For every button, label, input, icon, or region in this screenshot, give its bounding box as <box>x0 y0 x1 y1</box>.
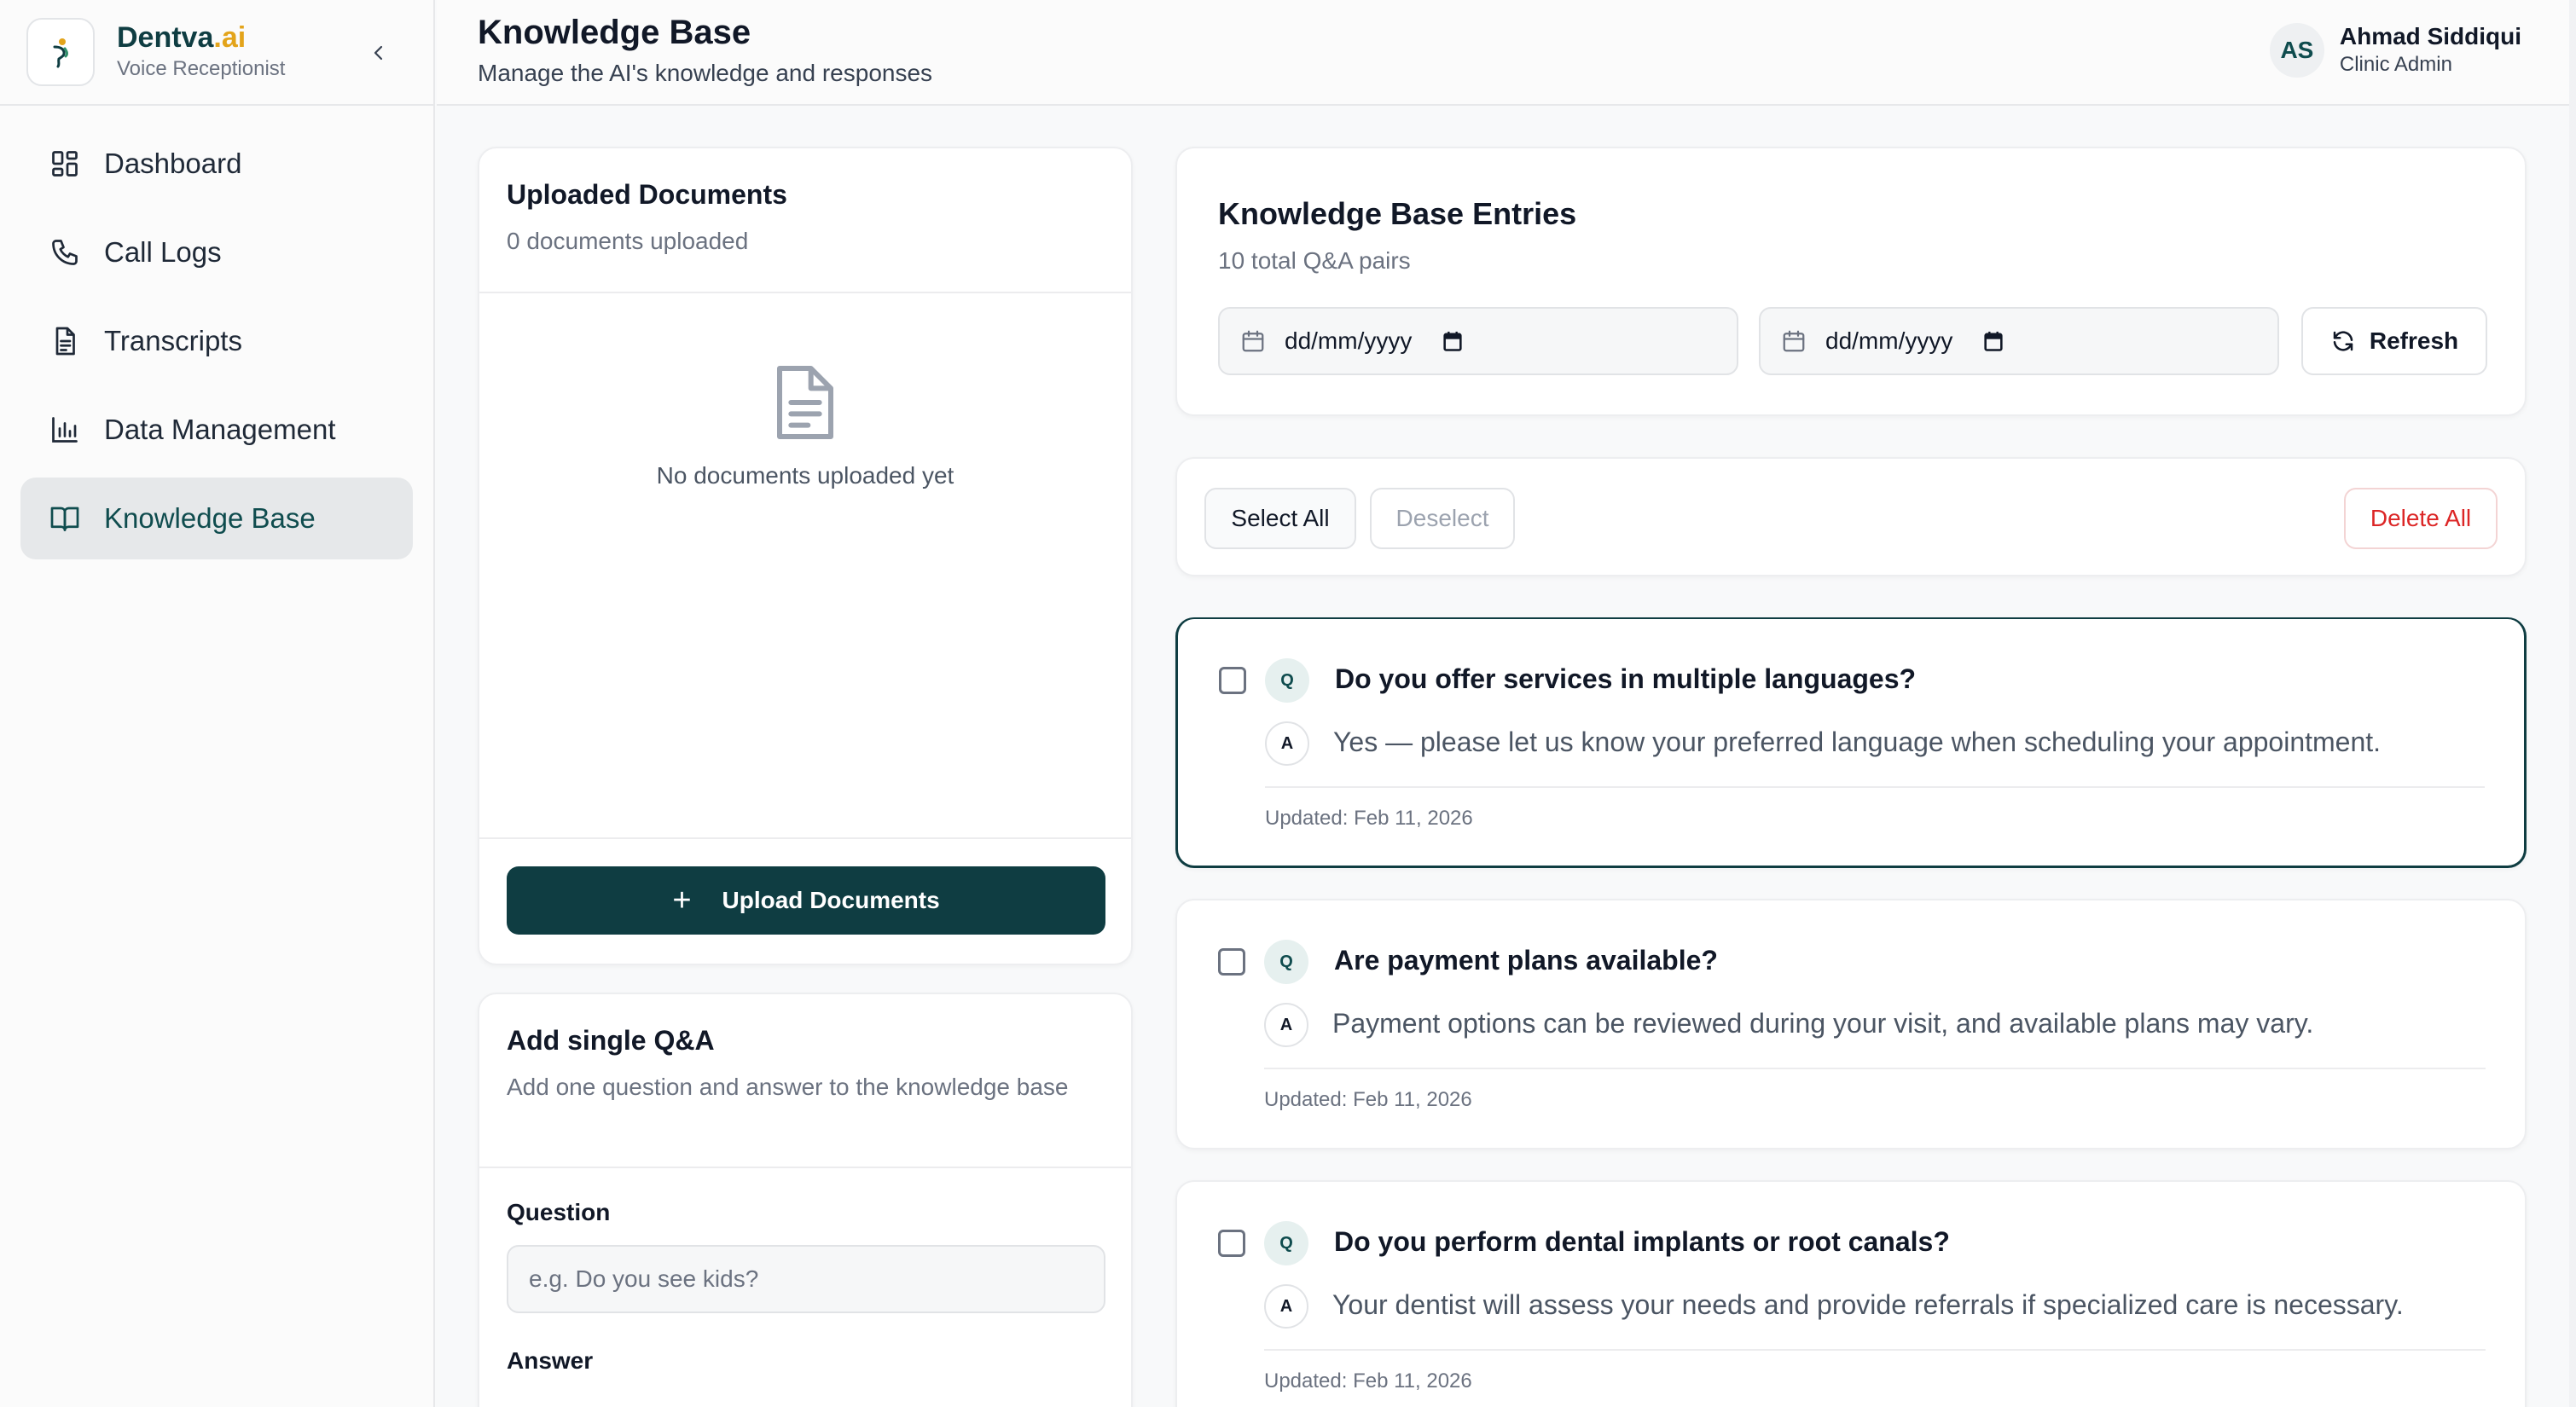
entry-updated: Updated: Feb 11, 2026 <box>1265 807 1473 830</box>
uploaded-documents-card: Uploaded Documents 0 documents uploaded … <box>478 147 1133 965</box>
entry-divider <box>1265 786 2485 788</box>
collapse-sidebar-button[interactable] <box>362 36 396 70</box>
date-to-value: dd/mm/yyyy <box>1825 327 1953 354</box>
book-icon <box>48 501 82 536</box>
dashboard-icon <box>48 147 82 181</box>
sidebar-item-label: Knowledge Base <box>104 502 316 534</box>
question-label: Question <box>507 1199 611 1225</box>
entry-answer: Payment options can be reviewed during y… <box>1332 1008 2314 1039</box>
sidebar-item-label: Transcripts <box>104 325 242 356</box>
single-qa-subtitle: Add one question and answer to the knowl… <box>507 1074 1069 1100</box>
entries-count: 10 total Q&A pairs <box>1218 247 1411 274</box>
entry-divider <box>1264 1068 2486 1069</box>
qa-entry[interactable]: Q Do you perform dental implants or root… <box>1175 1180 2527 1407</box>
brand-header: Dentva.ai Voice Receptionist <box>0 0 433 106</box>
qa-entry[interactable]: Q Do you offer services in multiple lang… <box>1175 617 2527 868</box>
tooth-logo-icon <box>53 38 69 68</box>
entry-answer: Your dentist will assess your needs and … <box>1332 1289 2404 1320</box>
knowledge-base-entries-card: Knowledge Base Entries 10 total Q&A pair… <box>1175 147 2527 416</box>
document-icon <box>48 324 82 358</box>
answer-badge: A <box>1264 1003 1308 1047</box>
page-scrollbar[interactable] <box>2569 0 2576 1407</box>
question-input[interactable]: e.g. Do you see kids? <box>507 1245 1105 1313</box>
entry-question: Do you perform dental implants or root c… <box>1334 1226 1950 1257</box>
entry-question: Are payment plans available? <box>1334 945 1718 976</box>
page-subtitle: Manage the AI's knowledge and responses <box>478 60 933 86</box>
refresh-button[interactable]: Refresh <box>2301 307 2487 375</box>
single-qa-title: Add single Q&A <box>507 1025 715 1056</box>
calendar-icon <box>1783 330 1805 352</box>
entry-checkbox[interactable] <box>1218 1230 1245 1257</box>
brand-name: Dentva.ai <box>117 21 247 54</box>
bulk-actions-bar: Select All Deselect Delete All <box>1175 457 2527 576</box>
refresh-icon <box>2333 331 2353 351</box>
date-picker-icon[interactable] <box>1441 329 1465 353</box>
answer-badge: A <box>1264 1284 1308 1329</box>
deselect-button[interactable]: Deselect <box>1370 488 1515 549</box>
documents-title: Uploaded Documents <box>507 179 787 210</box>
user-name: Ahmad Siddiqui <box>2339 23 2521 49</box>
question-badge: Q <box>1265 658 1309 703</box>
page-title: Knowledge Base <box>478 14 751 51</box>
upload-documents-label: Upload Documents <box>722 887 940 913</box>
entry-divider <box>1264 1349 2486 1351</box>
sidebar-item-knowledge-base[interactable]: Knowledge Base <box>20 478 413 559</box>
date-from-value: dd/mm/yyyy <box>1285 327 1413 354</box>
sidebar: Dentva.ai Voice Receptionist Dashboard C… <box>0 0 435 1407</box>
entry-checkbox[interactable] <box>1218 948 1245 976</box>
sidebar-item-label: Data Management <box>104 414 336 445</box>
entry-checkbox[interactable] <box>1219 667 1246 694</box>
add-single-qa-card: Add single Q&A Add one question and answ… <box>478 993 1133 1407</box>
sidebar-item-label: Dashboard <box>104 148 242 179</box>
sidebar-item-data-management[interactable]: Data Management <box>20 389 413 471</box>
page-header: Knowledge Base Manage the AI's knowledge… <box>437 0 2576 106</box>
entry-updated: Updated: Feb 11, 2026 <box>1264 1369 1472 1393</box>
app-window: Dentva.ai Voice Receptionist Dashboard C… <box>0 0 2576 1407</box>
date-to-input[interactable]: dd/mm/yyyy <box>1759 307 2279 375</box>
entry-question: Do you offer services in multiple langua… <box>1335 663 1917 694</box>
avatar: AS <box>2269 23 2324 78</box>
date-from-input[interactable]: dd/mm/yyyy <box>1218 307 1738 375</box>
answer-badge: A <box>1265 721 1309 766</box>
plus-icon: + <box>672 883 692 918</box>
documents-empty-state: No documents uploaded yet <box>479 293 1131 839</box>
documents-footer: + Upload Documents <box>479 837 1131 964</box>
question-placeholder: e.g. Do you see kids? <box>529 1265 759 1292</box>
sidebar-item-label: Call Logs <box>104 236 222 268</box>
entry-answer: Yes — please let us know your preferred … <box>1333 727 2382 757</box>
phone-icon <box>48 235 82 269</box>
calendar-icon <box>1242 330 1264 352</box>
entries-title: Knowledge Base Entries <box>1218 196 1577 231</box>
brand-subtitle: Voice Receptionist <box>117 57 286 80</box>
documents-count: 0 documents uploaded <box>507 228 749 254</box>
date-picker-icon[interactable] <box>1981 329 2005 353</box>
user-menu[interactable]: AS Ahmad Siddiqui Clinic Admin <box>2269 22 2521 78</box>
bar-chart-icon <box>48 413 82 447</box>
upload-documents-button[interactable]: + Upload Documents <box>507 866 1105 935</box>
user-role: Clinic Admin <box>2339 53 2452 76</box>
question-badge: Q <box>1264 940 1308 984</box>
entry-updated: Updated: Feb 11, 2026 <box>1264 1088 1472 1111</box>
sidebar-nav: Dashboard Call Logs Transcripts Data Man… <box>0 106 433 559</box>
file-text-icon <box>777 366 833 439</box>
chevron-left-icon <box>374 45 383 61</box>
delete-all-button[interactable]: Delete All <box>2344 488 2498 549</box>
answer-label: Answer <box>507 1347 594 1374</box>
refresh-label: Refresh <box>2369 327 2459 354</box>
question-badge: Q <box>1264 1221 1308 1265</box>
qa-entry[interactable]: Q Are payment plans available? A Payment… <box>1175 899 2527 1149</box>
brand-logo <box>26 18 95 86</box>
sidebar-item-call-logs[interactable]: Call Logs <box>20 211 413 293</box>
documents-empty-text: No documents uploaded yet <box>656 462 954 489</box>
select-all-button[interactable]: Select All <box>1204 488 1356 549</box>
sidebar-item-transcripts[interactable]: Transcripts <box>20 300 413 382</box>
sidebar-item-dashboard[interactable]: Dashboard <box>20 123 413 205</box>
